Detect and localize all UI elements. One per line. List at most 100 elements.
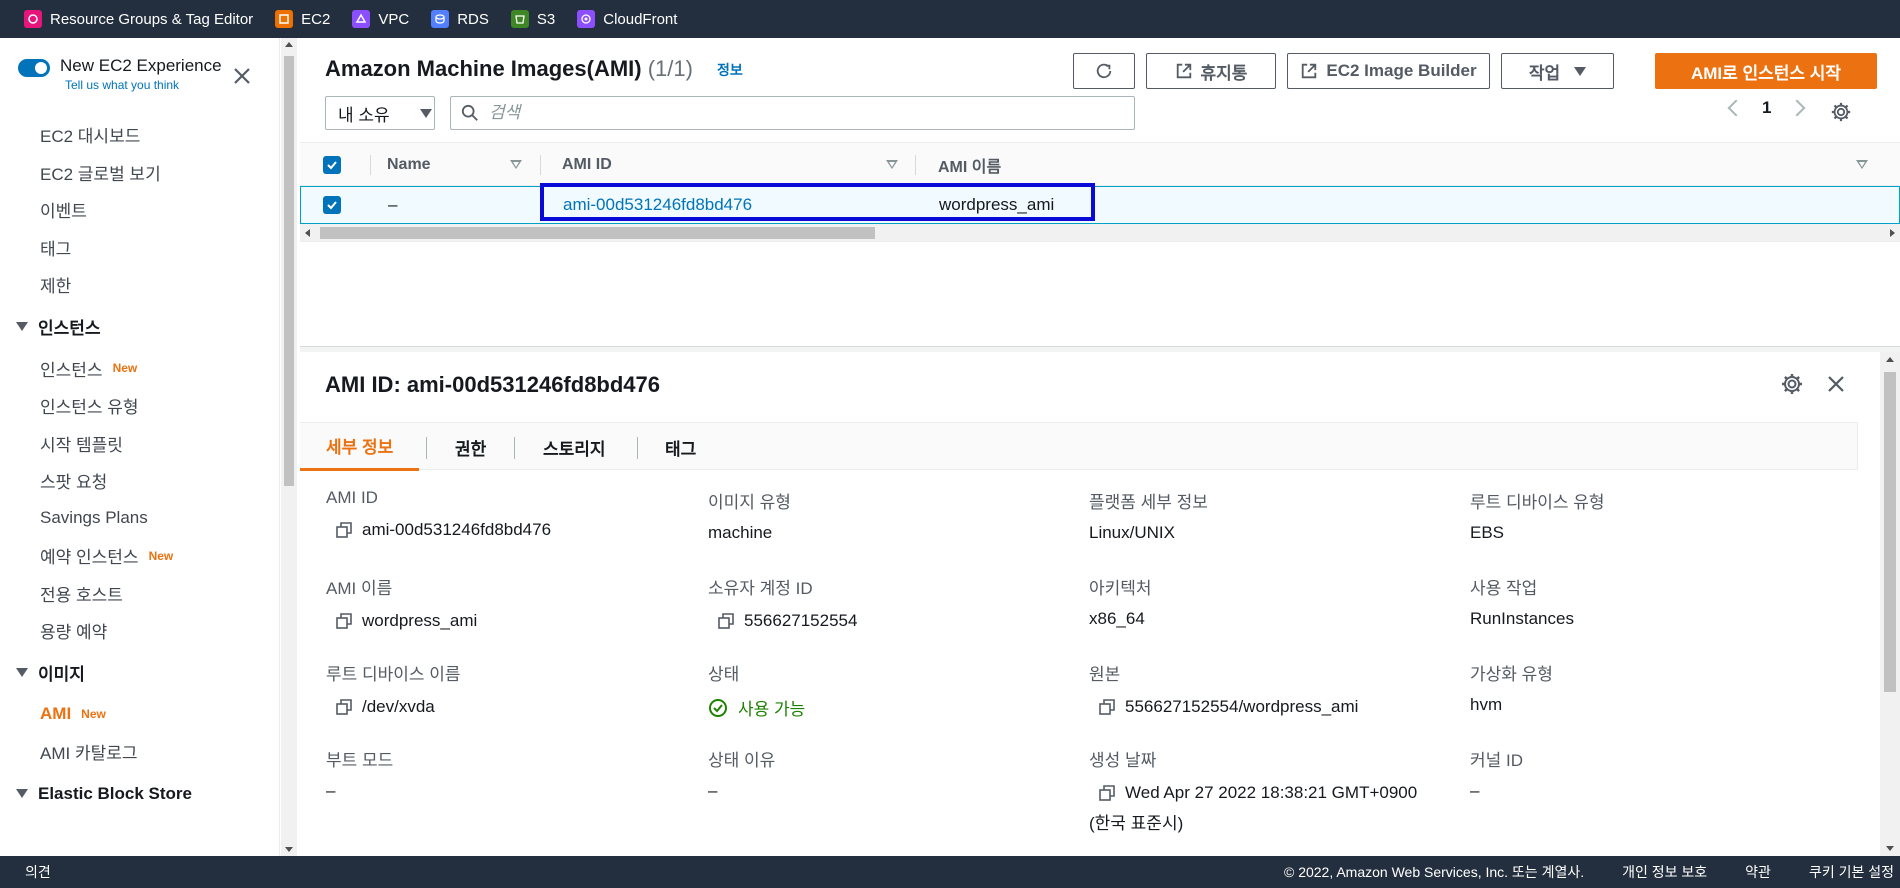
external-link-icon	[1302, 63, 1317, 79]
copy-icon[interactable]	[1099, 699, 1115, 715]
scroll-right-arrow[interactable]	[1890, 229, 1895, 237]
row-checkbox[interactable]	[323, 187, 341, 223]
privacy-link[interactable]: 개인 정보 보호	[1622, 862, 1707, 882]
checkbox[interactable]	[323, 156, 341, 174]
detail-scrollbar[interactable]	[1880, 352, 1900, 856]
tab-storage[interactable]: 스토리지	[543, 423, 606, 471]
copy-icon[interactable]	[336, 613, 352, 629]
nav-item-capacity-reservations[interactable]: 용량 예약	[0, 612, 279, 650]
service-ec2[interactable]: EC2	[275, 10, 330, 28]
scroll-thumb[interactable]	[1884, 372, 1896, 692]
refresh-button[interactable]	[1073, 53, 1135, 89]
field-label: 소유자 계정 ID	[708, 579, 813, 598]
nav-item-spot-requests[interactable]: 스팟 요청	[0, 462, 279, 500]
cookie-preferences-link[interactable]: 쿠키 기본 설정	[1809, 862, 1894, 882]
copy-icon[interactable]	[718, 613, 734, 629]
service-vpc[interactable]: VPC	[352, 10, 409, 28]
search-input[interactable]	[489, 103, 1109, 123]
nav-item-ami-catalog[interactable]: AMI 카탈로그	[0, 733, 279, 771]
service-s3[interactable]: S3	[510, 10, 555, 28]
search-box[interactable]	[450, 96, 1135, 130]
nav-section-ebs[interactable]: Elastic Block Store	[0, 771, 279, 817]
field-value: –	[1470, 781, 1480, 800]
image-builder-button[interactable]: EC2 Image Builder	[1287, 53, 1490, 89]
nav-item-savings-plans[interactable]: Savings Plans	[0, 500, 279, 538]
close-icon[interactable]	[1824, 372, 1848, 396]
service-rds[interactable]: RDS	[431, 10, 489, 28]
selection-count: (1/1)	[647, 56, 693, 81]
column-header-ami-id[interactable]: AMI ID	[562, 143, 612, 187]
nav-item-instance-types[interactable]: 인스턴스 유형	[0, 387, 279, 425]
scroll-down-arrow[interactable]	[1886, 846, 1894, 851]
field-value: –	[326, 781, 336, 800]
table-horizontal-scrollbar[interactable]	[300, 224, 1900, 242]
launch-instance-from-ami-button[interactable]: AMI로 인스턴스 시작	[1655, 53, 1877, 89]
copy-icon[interactable]	[336, 699, 352, 715]
column-divider	[370, 155, 371, 175]
gear-icon[interactable]	[1830, 101, 1852, 123]
nav-section-images[interactable]: 이미지	[0, 650, 279, 696]
field-root-device-name: 루트 디바이스 이름 /dev/xvda	[326, 660, 461, 717]
info-link[interactable]: 정보	[717, 60, 743, 80]
nav-item-global-view[interactable]: EC2 글로벌 보기	[0, 154, 279, 192]
nav-section-instances[interactable]: 인스턴스	[0, 304, 279, 350]
nav-item-limits[interactable]: 제한	[0, 266, 279, 304]
sort-icon[interactable]	[510, 160, 522, 169]
service-cloudfront[interactable]: CloudFront	[577, 10, 677, 28]
nav-item-events[interactable]: 이벤트	[0, 191, 279, 229]
close-icon[interactable]	[230, 64, 254, 88]
nav-item-instances[interactable]: 인스턴스 New	[0, 350, 279, 388]
chevron-left-icon[interactable]	[1727, 99, 1745, 117]
nav-label: AMI 카탈로그	[40, 744, 138, 764]
tab-details[interactable]: 세부 정보	[300, 423, 420, 471]
sort-icon[interactable]	[1856, 160, 1868, 169]
scroll-thumb[interactable]	[320, 227, 875, 239]
owner-filter-select[interactable]: 내 소유	[325, 96, 435, 130]
ami-detail-panel: AMI ID: ami-00d531246fd8bd476 세부 정보 권한 스…	[300, 352, 1880, 856]
column-header-ami-name[interactable]: AMI 이름	[938, 143, 1001, 187]
select-value: 내 소유	[338, 105, 390, 125]
page-number[interactable]: 1	[1762, 98, 1771, 118]
nav-item-ami[interactable]: AMI New	[0, 696, 279, 734]
nav-label: 용량 예약	[40, 623, 108, 643]
field-value: wordpress_ami	[326, 611, 477, 631]
new-badge: New	[148, 548, 174, 563]
service-label: RDS	[457, 10, 489, 28]
terms-link[interactable]: 약관	[1745, 862, 1771, 882]
select-all-checkbox[interactable]	[323, 143, 341, 187]
ec2-icon	[275, 10, 294, 28]
chevron-right-icon[interactable]	[1788, 99, 1806, 117]
nav-item-dedicated-hosts[interactable]: 전용 호스트	[0, 575, 279, 613]
tab-tags[interactable]: 태그	[665, 423, 696, 471]
scroll-left-arrow[interactable]	[305, 229, 310, 237]
nav-item-reserved-instances[interactable]: 예약 인스턴스 New	[0, 537, 279, 575]
scroll-up-arrow[interactable]	[285, 42, 293, 47]
field-label: AMI 이름	[326, 579, 393, 598]
scroll-down-arrow[interactable]	[285, 847, 293, 852]
actions-dropdown-button[interactable]: 작업	[1501, 53, 1614, 89]
nav-item-launch-templates[interactable]: 시작 템플릿	[0, 425, 279, 463]
nav-item-dashboard[interactable]: EC2 대시보드	[0, 116, 279, 154]
section-title: 인스턴스	[38, 319, 101, 338]
search-icon	[461, 104, 478, 121]
tab-divider	[637, 437, 638, 459]
checkbox[interactable]	[323, 196, 341, 214]
gear-icon[interactable]	[1780, 372, 1804, 396]
copy-icon[interactable]	[336, 522, 352, 538]
column-header-name[interactable]: Name	[387, 143, 431, 187]
recycle-bin-button[interactable]: 휴지통	[1146, 53, 1276, 89]
sidebar-scrollbar[interactable]	[281, 38, 297, 856]
new-experience-toggle[interactable]	[18, 59, 50, 77]
sort-icon[interactable]	[886, 160, 898, 169]
nav-label: EC2 대시보드	[40, 127, 141, 147]
feedback-link[interactable]: Tell us what you think	[65, 78, 222, 92]
feedback-link[interactable]: 의견	[25, 862, 51, 882]
sidebar-nav: New EC2 Experience Tell us what you thin…	[0, 38, 280, 856]
scroll-up-arrow[interactable]	[1886, 357, 1894, 362]
tab-permissions[interactable]: 권한	[455, 423, 486, 471]
scroll-thumb[interactable]	[284, 56, 294, 486]
rds-icon	[431, 10, 450, 28]
nav-item-tags[interactable]: 태그	[0, 229, 279, 267]
copy-icon[interactable]	[1099, 785, 1115, 801]
service-resource-groups[interactable]: Resource Groups & Tag Editor	[24, 10, 253, 28]
